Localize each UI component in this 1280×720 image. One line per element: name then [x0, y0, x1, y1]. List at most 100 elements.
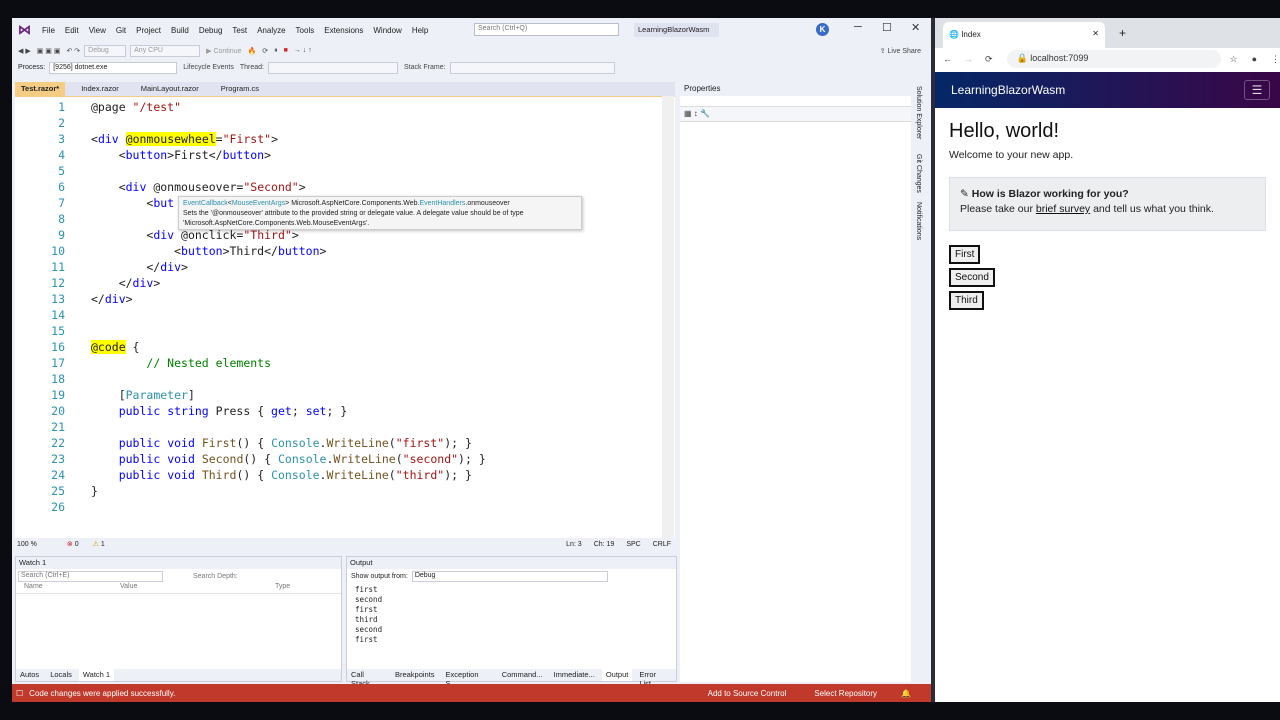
back-icon[interactable]: ←: [943, 54, 952, 64]
tab-output[interactable]: Output: [601, 669, 633, 681]
break-all-icon[interactable]: ⏸: [274, 47, 278, 55]
code-editor[interactable]: 1 @page "/test" 2 3 <div @onmousewheel="Fi…: [15, 96, 675, 538]
select-repository[interactable]: Select Repository: [814, 689, 877, 698]
browser-tab[interactable]: 🌐 Index ✕: [943, 22, 1105, 48]
code-line: 13 </div>: [51, 292, 133, 306]
error-count[interactable]: 0: [75, 541, 79, 548]
tab-close-icon[interactable]: ✕: [1092, 29, 1099, 38]
step-icon[interactable]: → ↓ ↑: [294, 47, 312, 54]
lifecycle-events[interactable]: Lifecycle Events: [183, 64, 234, 71]
tab-index-razor[interactable]: Index.razor: [75, 82, 125, 96]
code-line: 15: [51, 324, 65, 338]
minimize-icon[interactable]: ─: [854, 21, 862, 33]
stack-frame-dropdown[interactable]: [449, 61, 615, 74]
tooltip-type[interactable]: EventCallback: [183, 200, 228, 207]
avatar[interactable]: K: [816, 23, 829, 36]
debug-location-toolbar: Process: [9256] dotnet.exe Lifecycle Eve…: [12, 59, 931, 76]
menu-help[interactable]: Help: [412, 26, 428, 35]
tab-immediate[interactable]: Immediate...: [550, 669, 599, 681]
tab-test-razor[interactable]: Test.razor*: [15, 82, 66, 96]
tab-solution-explorer[interactable]: Solution Explorer: [915, 86, 922, 139]
zoom-level[interactable]: 100 %: [17, 541, 37, 548]
categorized-icon[interactable]: ▦: [684, 109, 692, 118]
tab-mainlayout-razor[interactable]: MainLayout.razor: [135, 82, 205, 96]
menu-edit[interactable]: Edit: [65, 26, 79, 35]
menu-extensions[interactable]: Extensions: [324, 26, 363, 35]
code-line: 1 @page "/test": [58, 100, 182, 114]
menu-test[interactable]: Test: [232, 26, 247, 35]
search-input[interactable]: Search (Ctrl+Q): [474, 23, 619, 36]
tab-locals[interactable]: Locals: [46, 669, 76, 681]
tab-notifications[interactable]: Notifications: [915, 202, 922, 240]
stack-frame-label: Stack Frame:: [403, 64, 446, 71]
show-output-label: Show output from:: [351, 572, 408, 580]
live-share-button[interactable]: ⇪ Live Share: [880, 47, 921, 55]
menu-build[interactable]: Build: [171, 26, 189, 35]
tab-command[interactable]: Command...: [498, 669, 547, 681]
menu-dots-icon[interactable]: ⋮: [1271, 54, 1280, 65]
url-bar[interactable]: 🔒 localhost:7099: [1006, 50, 1222, 68]
watch-panel: Watch 1 Search (Ctrl+E) Search Depth: Na…: [15, 556, 342, 682]
close-icon[interactable]: ✕: [911, 21, 920, 34]
editor-scrollbar[interactable]: [662, 96, 674, 538]
undo-icon[interactable]: ↶ ↷: [66, 47, 80, 55]
process-dropdown[interactable]: [9256] dotnet.exe: [49, 61, 178, 74]
hamburger-menu-icon[interactable]: ☰: [1244, 80, 1270, 100]
tab-error-list[interactable]: Error List: [635, 669, 673, 688]
bell-icon[interactable]: 🔔: [901, 689, 911, 698]
code-line: 25}: [51, 484, 98, 498]
menu-analyze[interactable]: Analyze: [257, 26, 285, 35]
alphabetical-icon[interactable]: ↕: [694, 109, 698, 118]
app-brand[interactable]: LearningBlazorWasm: [951, 83, 1065, 97]
tab-program-cs[interactable]: Program.cs: [215, 82, 265, 96]
menu-file[interactable]: File: [42, 26, 55, 35]
tab-watch-1[interactable]: Watch 1: [78, 669, 115, 681]
watch-title: Watch 1: [16, 557, 341, 569]
reload-icon[interactable]: ⟳: [985, 54, 993, 65]
tab-breakpoints[interactable]: Breakpoints: [391, 669, 439, 681]
code-line: 6 <div @onmouseover="Second">: [58, 180, 306, 194]
restart-icon[interactable]: ⟳: [262, 47, 268, 55]
output-source-dropdown[interactable]: Debug: [411, 570, 608, 582]
visual-studio-logo-icon: ⋈: [18, 22, 31, 37]
status-bar: ☐ Code changes were applied successfully…: [12, 684, 931, 702]
continue-button[interactable]: ▶ Continue: [206, 47, 241, 55]
menu-git[interactable]: Git: [116, 26, 126, 35]
indent-mode: SPC: [626, 540, 641, 548]
config-dropdown[interactable]: Debug: [84, 44, 127, 57]
process-label: Process:: [18, 64, 46, 71]
first-button[interactable]: First: [949, 245, 981, 264]
wrench-icon[interactable]: 🔧: [700, 109, 710, 118]
profile-icon[interactable]: ●: [1252, 54, 1257, 64]
menu-window[interactable]: Window: [373, 26, 401, 35]
globe-icon: 🌐: [949, 30, 959, 39]
menu-view[interactable]: View: [89, 26, 106, 35]
menu-debug[interactable]: Debug: [199, 26, 223, 35]
tab-autos[interactable]: Autos: [16, 669, 43, 681]
menu-project[interactable]: Project: [136, 26, 161, 35]
code-line: 11 </div>: [51, 260, 188, 274]
thread-dropdown[interactable]: [267, 61, 398, 74]
menu-tools[interactable]: Tools: [296, 26, 315, 35]
maximize-icon[interactable]: ☐: [882, 21, 892, 34]
third-button[interactable]: Third: [949, 291, 984, 310]
hot-reload-icon[interactable]: 🔥: [248, 47, 257, 55]
tab-git-changes[interactable]: Git Changes: [915, 154, 922, 193]
save-icon[interactable]: ▣ ▣ ▣: [37, 47, 61, 55]
back-forward-icon[interactable]: ◀ ▶: [18, 47, 31, 55]
star-icon[interactable]: ☆: [1229, 54, 1237, 65]
tab-exception-settings[interactable]: Exception S...: [442, 669, 495, 688]
output-text: first second first third second first: [347, 585, 676, 645]
output-line: third: [355, 615, 378, 624]
forward-icon[interactable]: →: [964, 54, 973, 64]
standard-toolbar: ◀ ▶ ▣ ▣ ▣ ↶ ↷ Debug Any CPU ▶ Continue 🔥…: [12, 42, 931, 59]
new-tab-icon[interactable]: +: [1119, 26, 1126, 40]
second-button[interactable]: Second: [949, 268, 995, 287]
warning-count[interactable]: 1: [101, 541, 105, 548]
survey-link[interactable]: brief survey: [1036, 203, 1090, 215]
tab-call-stack[interactable]: Call Stack: [347, 669, 388, 688]
stop-icon[interactable]: ■: [284, 47, 288, 54]
watch-search-input[interactable]: Search (Ctrl+E): [18, 570, 163, 582]
platform-dropdown[interactable]: Any CPU: [130, 44, 201, 57]
add-to-source-control[interactable]: Add to Source Control: [708, 689, 787, 698]
